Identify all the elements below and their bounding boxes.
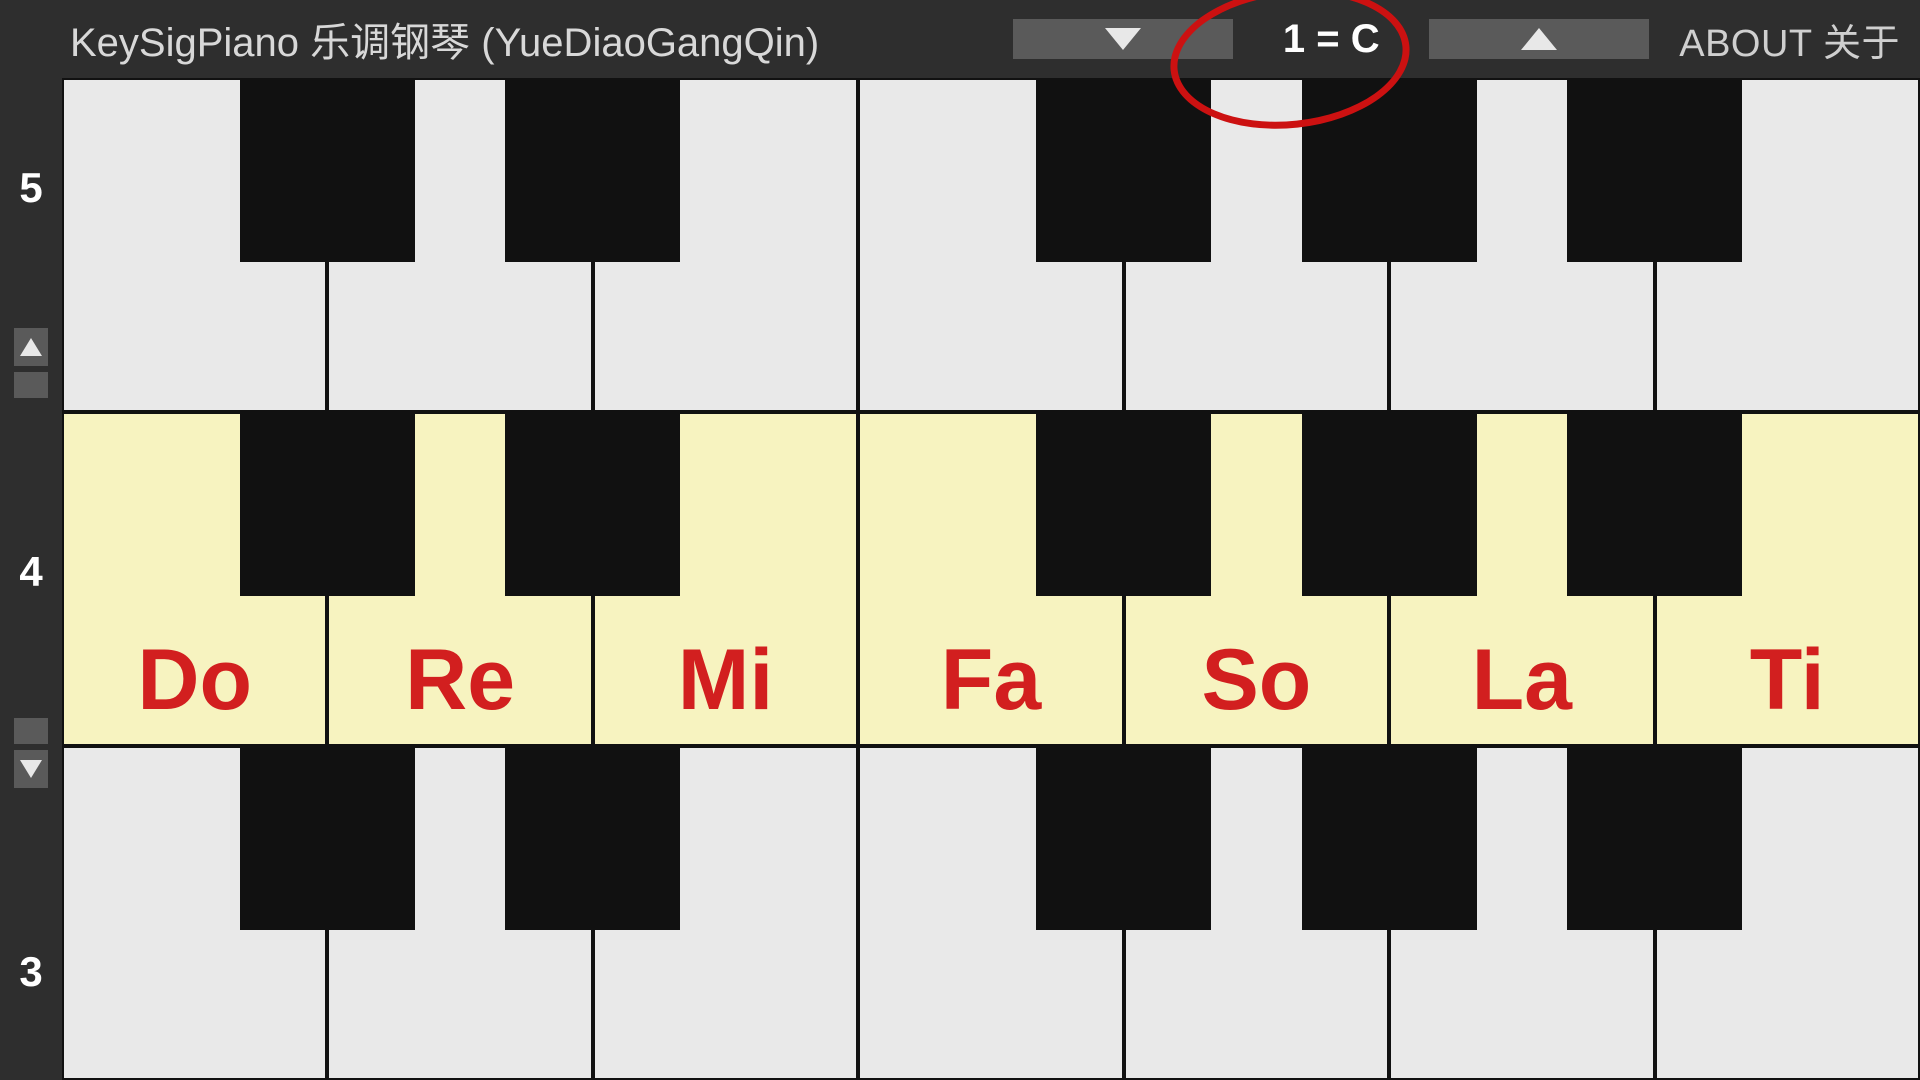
octave-up-button[interactable] <box>14 328 48 398</box>
about-link[interactable]: ABOUT 关于 <box>1679 12 1900 67</box>
black-key[interactable] <box>1302 78 1477 262</box>
black-key[interactable] <box>1036 746 1211 930</box>
solfege-label: Do <box>137 631 252 730</box>
octave-label-4: 4 <box>0 548 62 596</box>
app-title: KeySigPiano 乐调钢琴 (YueDiaoGangQin) <box>70 10 819 68</box>
octave-row: Do Re Mi Fa So La Ti <box>62 412 1920 746</box>
black-key[interactable] <box>240 746 415 930</box>
side-column: 5 4 3 <box>0 78 62 1080</box>
chevron-down-icon <box>1105 28 1141 50</box>
solfege-label: Re <box>405 631 515 730</box>
key-down-button[interactable] <box>1013 19 1233 59</box>
black-key[interactable] <box>505 412 680 596</box>
black-key[interactable] <box>1567 412 1742 596</box>
solfege-label: Ti <box>1750 631 1825 730</box>
black-key[interactable] <box>1302 412 1477 596</box>
octave-label-5: 5 <box>0 164 62 212</box>
black-key[interactable] <box>1036 78 1211 262</box>
key-signature-display: 1 = C <box>1251 17 1411 62</box>
black-key[interactable] <box>505 78 680 262</box>
solfege-label: Mi <box>678 631 774 730</box>
key-up-button[interactable] <box>1429 19 1649 59</box>
solfege-label: So <box>1201 631 1311 730</box>
chevron-up-icon <box>1521 28 1557 50</box>
solfege-label: Fa <box>941 631 1041 730</box>
black-key[interactable] <box>240 78 415 262</box>
app-frame: KeySigPiano 乐调钢琴 (YueDiaoGangQin) 1 = C … <box>0 0 1920 1080</box>
octave-row <box>62 78 1920 412</box>
key-signature-group: 1 = C <box>1013 17 1649 62</box>
octave-label-3: 3 <box>0 948 62 996</box>
octave-row <box>62 746 1920 1080</box>
triangle-up-icon <box>20 338 42 356</box>
solfege-label: La <box>1472 631 1572 730</box>
black-key[interactable] <box>240 412 415 596</box>
top-bar: KeySigPiano 乐调钢琴 (YueDiaoGangQin) 1 = C … <box>0 0 1920 78</box>
black-key[interactable] <box>1302 746 1477 930</box>
black-key[interactable] <box>1567 78 1742 262</box>
octave-down-button[interactable] <box>14 718 48 788</box>
black-key[interactable] <box>1567 746 1742 930</box>
black-key[interactable] <box>1036 412 1211 596</box>
keyboard-area: Do Re Mi Fa So La Ti <box>62 78 1920 1080</box>
black-key[interactable] <box>505 746 680 930</box>
triangle-down-icon <box>20 760 42 778</box>
